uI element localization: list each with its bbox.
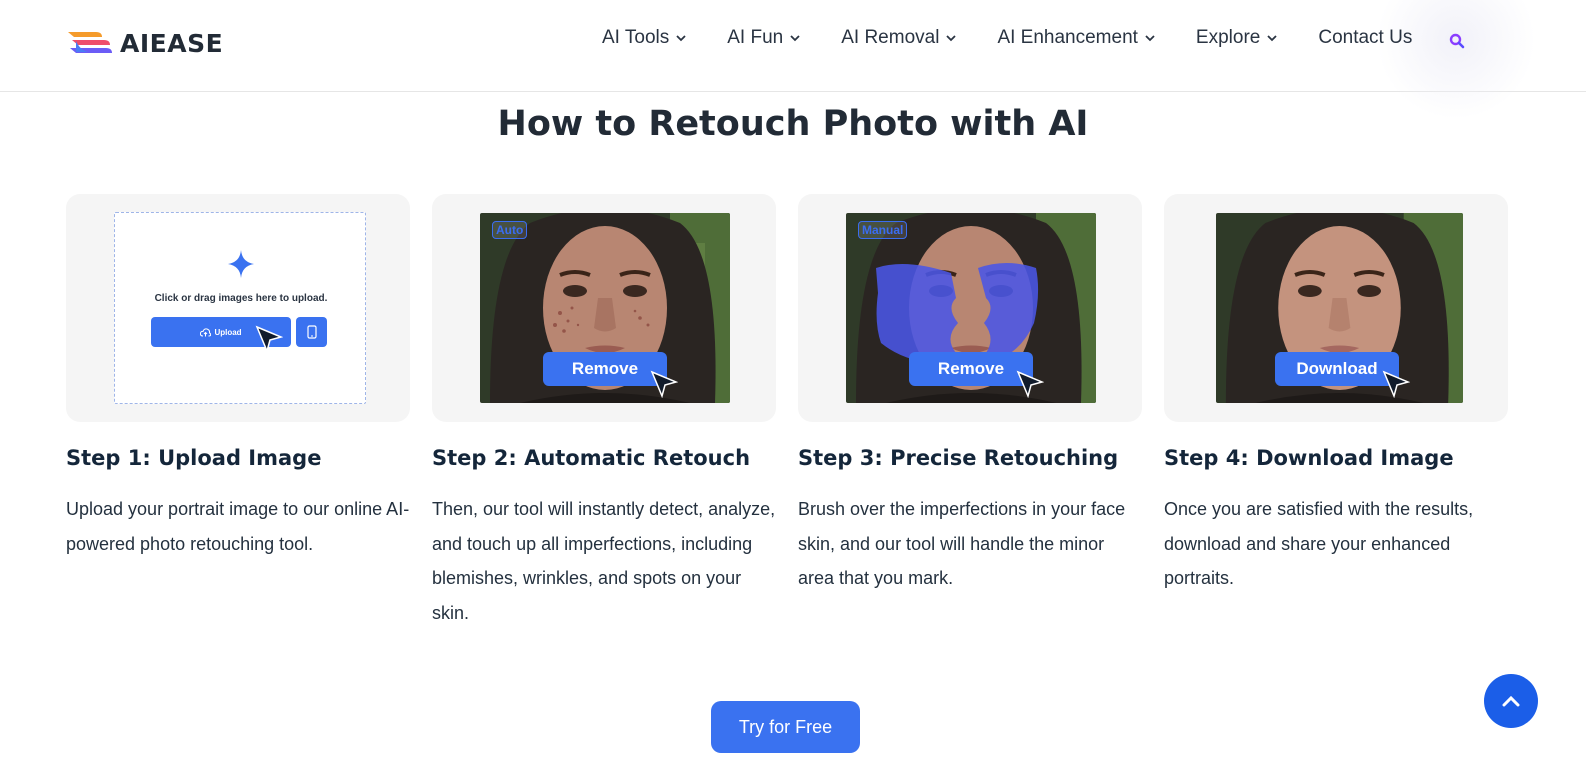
step-description: Brush over the imperfections in your fac… [798,499,1126,588]
nav-item-label: AI Fun [727,27,784,48]
step-title: Step 1: Upload Image [66,446,322,470]
step-card-upload: Click or drag images here to upload. Upl… [66,194,410,630]
step-title: Step 4: Download Image [1164,446,1454,470]
step-description: Then, our tool will instantly detect, an… [432,499,776,623]
mobile-upload-button [296,317,327,347]
decorative-glow [1376,0,1536,120]
nav-item-label: AI Enhancement [997,27,1138,48]
step-card-automatic-retouch: Auto Remove Step 2: Automatic Retouch Th… [432,194,776,630]
step-illustration: Download [1164,194,1508,422]
try-for-free-button[interactable]: Try for Free [711,701,860,753]
mode-tag-auto: Auto [492,221,528,239]
chevron-down-icon [1267,35,1277,42]
chevron-down-icon [676,35,686,42]
upload-dropzone: Click or drag images here to upload. Upl… [114,212,366,404]
sparkle-plus-icon [228,250,254,278]
step-illustration: Manual Remove [798,194,1142,422]
step-title: Step 2: Automatic Retouch [432,446,751,470]
chevron-up-icon [1502,695,1520,707]
pointer-cursor-icon [255,325,283,353]
mode-tag-manual: Manual [858,221,908,239]
remove-button: Remove [909,352,1033,386]
chevron-down-icon [790,35,800,42]
pointer-cursor-icon [1016,370,1044,398]
site-header: AIEASE AI Tools AI Fun AI Removal AI Enh… [0,0,1586,120]
nav-item-ai-removal[interactable]: AI Removal [841,27,957,49]
upload-button-label: Upload [214,327,242,337]
step-card-precise-retouching: Manual Remove Step 3: Precise Retouching… [798,194,1142,630]
pointer-cursor-icon [1382,370,1410,398]
phone-icon [306,325,317,339]
step-illustration: Click or drag images here to upload. Upl… [66,194,410,422]
nav-item-explore[interactable]: Explore [1196,27,1278,49]
step-title: Step 3: Precise Retouching [798,446,1119,470]
nav-item-label: AI Removal [841,27,940,48]
nav-item-ai-tools[interactable]: AI Tools [602,27,687,49]
step-description: Once you are satisfied with the results,… [1164,499,1474,588]
cloud-upload-icon [200,327,212,336]
back-to-top-button[interactable] [1484,674,1538,728]
nav-item-label: Explore [1195,27,1261,48]
upload-hint: Click or drag images here to upload. [154,293,328,304]
steps-grid: Click or drag images here to upload. Upl… [66,194,1520,630]
step-description: Upload your portrait image to our online… [66,499,410,554]
section-title: How to Retouch Photo with AI [497,104,1089,144]
step-illustration: Auto Remove [432,194,776,422]
logo-text: AIEASE [120,28,224,58]
chevron-down-icon [1145,35,1155,42]
chevron-down-icon [946,35,957,42]
remove-button: Remove [543,352,667,386]
download-button: Download [1275,352,1399,386]
brand-logo[interactable]: AIEASE [66,28,223,58]
nav-item-ai-enhancement[interactable]: AI Enhancement [997,27,1155,49]
nav-item-contact-us[interactable]: Contact Us [1318,27,1412,49]
pointer-cursor-icon [650,370,678,398]
step-card-download: Download Step 4: Download Image Once you… [1164,194,1508,630]
search-icon[interactable] [1448,32,1466,50]
nav-item-ai-fun[interactable]: AI Fun [727,27,801,49]
nav-item-label: AI Tools [602,27,670,48]
main-nav: AI Tools AI Fun AI Removal AI Enhancemen… [602,26,1466,50]
logo-mark-icon [68,32,112,53]
nav-item-label: Contact Us [1318,27,1413,48]
